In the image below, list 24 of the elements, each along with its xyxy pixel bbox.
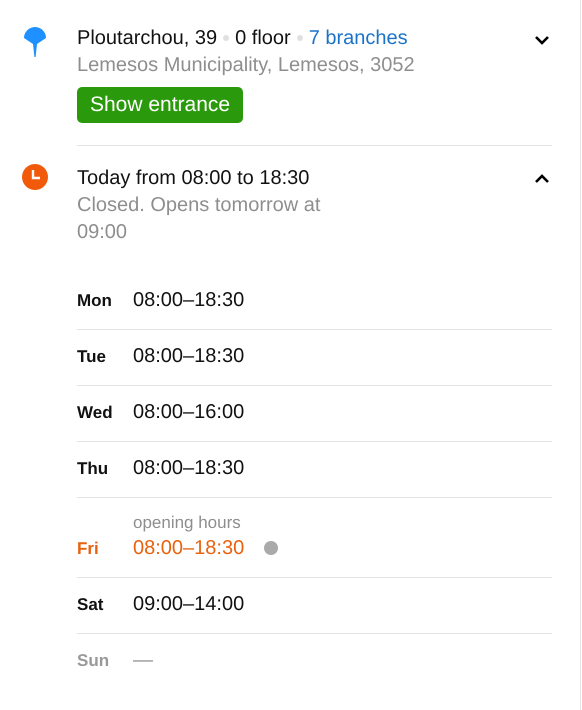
pin-icon (22, 26, 48, 58)
hours-note: opening hours (133, 512, 242, 534)
locality-text: Lemesos Municipality, Lemesos, 3052 (77, 53, 416, 78)
hours-time: 09:00–14:00 (133, 592, 244, 617)
hours-time: 08:00–18:30 (133, 288, 244, 313)
day-label: Sun (77, 650, 110, 672)
hours-time: 08:00–18:30 (133, 536, 244, 561)
day-label: Fri (77, 538, 100, 560)
day-label: Tue (77, 346, 107, 368)
floor-label: 0 floor (235, 26, 291, 51)
hours-time: — (133, 648, 153, 673)
day-label: Sat (77, 594, 104, 616)
status-text: Closed. Opens tomorrow at 09:00 (77, 193, 322, 245)
show-entrance-button[interactable]: Show entrance (77, 87, 244, 123)
today-hours: Today from 08:00 to 18:30 (77, 166, 310, 191)
hours-time: 08:00–18:30 (133, 344, 244, 369)
hours-time: 08:00–16:00 (133, 400, 244, 425)
street-address: Ploutarchou, 39 (77, 26, 218, 51)
day-label: Thu (77, 458, 110, 480)
branches-link[interactable]: 7 branches (308, 24, 408, 52)
hours-time: 08:00–18:30 (133, 456, 244, 481)
clock-icon (22, 164, 48, 190)
day-label: Wed (77, 402, 114, 424)
day-label: Mon (77, 290, 113, 312)
